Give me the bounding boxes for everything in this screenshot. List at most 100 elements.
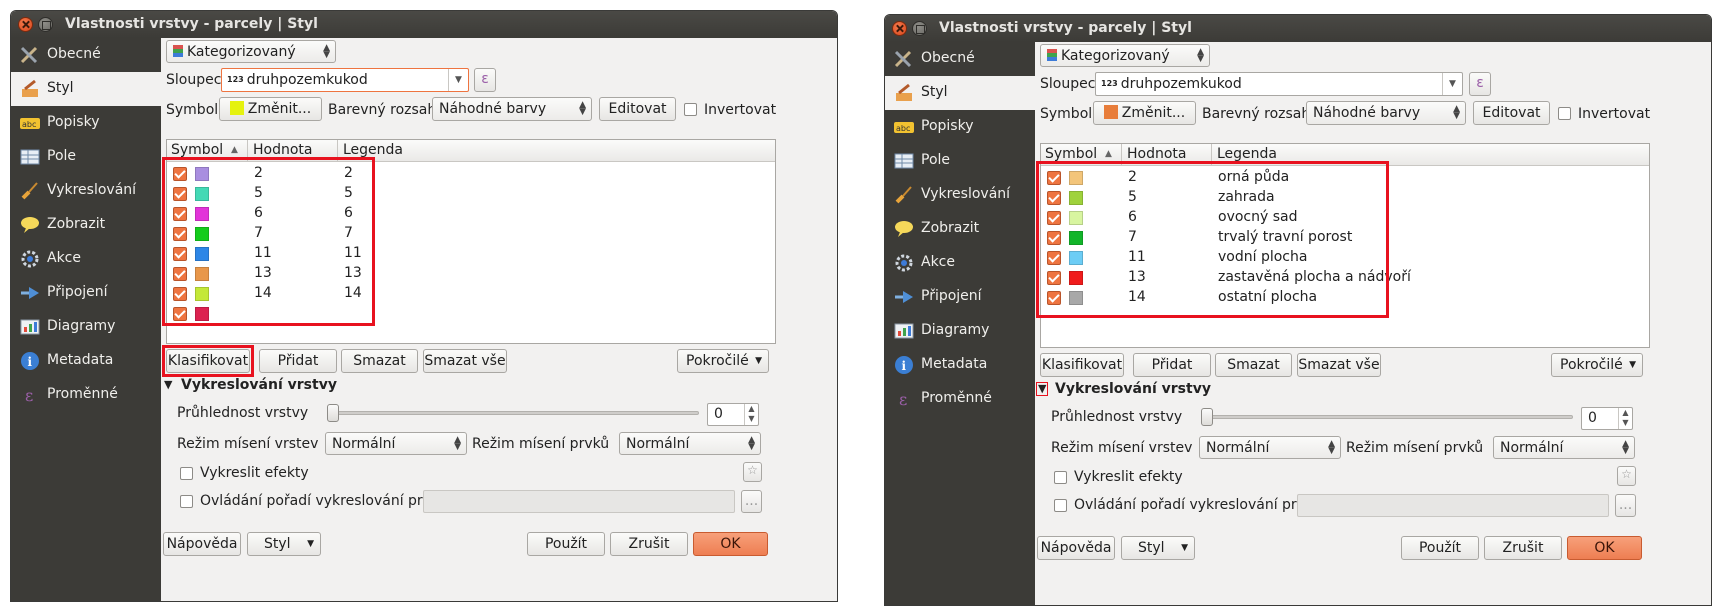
col-symbol[interactable]: Symbol — [171, 142, 223, 158]
color-ramp-select[interactable]: Náhodné barvy ▲ ▼ — [1306, 101, 1466, 125]
delete-button[interactable]: Smazat — [341, 349, 418, 373]
sidebar-item-styl[interactable]: Styl — [11, 72, 161, 106]
draw-effects-checkbox[interactable] — [1054, 471, 1067, 484]
close-icon[interactable] — [892, 21, 907, 36]
col-symbol[interactable]: Symbol — [1045, 146, 1097, 162]
blend-layer-select[interactable]: Normální ▲ ▼ — [1199, 436, 1341, 459]
sidebar-item-diagramy[interactable]: Diagramy — [885, 314, 1035, 348]
sidebar-item-promenne[interactable]: ε Proměnné — [885, 382, 1035, 416]
sidebar-item-metadata[interactable]: i Metadata — [885, 348, 1035, 382]
col-value[interactable]: Hodnota — [1127, 146, 1187, 162]
col-value[interactable]: Hodnota — [253, 142, 313, 158]
close-icon[interactable] — [18, 17, 33, 32]
delete-button[interactable]: Smazat — [1215, 353, 1292, 377]
blend-feature-label: Režim mísení prvků — [472, 436, 610, 452]
expression-button[interactable]: ε — [474, 68, 496, 92]
sidebar-item-metadata[interactable]: i Metadata — [11, 344, 161, 378]
window-title: Vlastnosti vrstvy - parcely | Styl — [65, 16, 318, 32]
collapse-arrow-icon[interactable]: ▼ — [1036, 382, 1049, 396]
cancel-button[interactable]: Zrušit — [610, 532, 688, 556]
invert-checkbox[interactable] — [684, 103, 697, 116]
sidebar-item-obecne[interactable]: Obecné — [11, 38, 161, 72]
effects-star-icon[interactable]: ☆ — [743, 462, 762, 482]
style-menu-button[interactable]: Styl ▼ — [247, 532, 321, 556]
join-icon — [895, 291, 913, 303]
blend-feature-select[interactable]: Normální ▲ ▼ — [619, 432, 761, 455]
style-panel: Kategorizovaný ▲ ▼ Sloupec 123 druhpozemku… — [161, 38, 837, 601]
brush-icon — [21, 182, 38, 200]
cancel-button[interactable]: Zrušit — [1484, 536, 1562, 560]
chevron-down-icon: ▼ — [307, 539, 314, 549]
invert-checkbox[interactable] — [1558, 107, 1571, 120]
slider-handle[interactable] — [1201, 408, 1213, 426]
advanced-button[interactable]: Pokročilé ▼ — [677, 349, 769, 373]
sidebar-item-promenne[interactable]: ε Proměnné — [11, 378, 161, 412]
renderer-select[interactable]: Kategorizovaný ▲ ▼ — [166, 40, 336, 63]
order-by-button[interactable]: ... — [741, 490, 762, 513]
ok-button[interactable]: OK — [693, 532, 768, 556]
sidebar-item-popisky[interactable]: abc Popisky — [885, 110, 1035, 144]
sidebar-item-popisky[interactable]: abc Popisky — [11, 106, 161, 140]
sidebar-item-obecne[interactable]: Obecné — [885, 42, 1035, 76]
chevron-down-icon[interactable]: ▼ — [1442, 73, 1462, 95]
spin-arrows-icon[interactable]: ▲ ▼ — [1618, 408, 1632, 429]
section-title[interactable]: Vykreslování vrstvy — [181, 377, 337, 393]
apply-button[interactable]: Použít — [527, 532, 605, 556]
sidebar-item-diagramy[interactable]: Diagramy — [11, 310, 161, 344]
order-by-checkbox[interactable] — [1054, 499, 1067, 512]
sidebar-item-pripojeni[interactable]: Připojení — [11, 276, 161, 310]
effects-star-icon[interactable]: ☆ — [1617, 466, 1636, 486]
sidebar-item-vykreslovani[interactable]: Vykreslování — [11, 174, 161, 208]
edit-ramp-button[interactable]: Editovat — [599, 97, 676, 121]
draw-effects-checkbox[interactable] — [180, 467, 193, 480]
maximize-icon[interactable] — [912, 21, 927, 36]
delete-all-button[interactable]: Smazat vše — [1297, 353, 1381, 377]
sidebar-item-pole[interactable]: Pole — [885, 144, 1035, 178]
column-field[interactable]: 123 druhpozemkukod ▼ — [1095, 72, 1463, 96]
col-legend[interactable]: Legenda — [343, 142, 403, 158]
delete-all-button[interactable]: Smazat vše — [423, 349, 507, 373]
blend-layer-select[interactable]: Normální ▲ ▼ — [325, 432, 467, 455]
slider-handle[interactable] — [327, 404, 339, 422]
help-button[interactable]: Nápověda — [163, 532, 241, 556]
spin-arrows-icon[interactable]: ▲ ▼ — [744, 404, 758, 425]
order-by-checkbox[interactable] — [180, 495, 193, 508]
add-button[interactable]: Přidat — [259, 349, 337, 373]
column-field[interactable]: 123 druhpozemkukod ▼ — [221, 68, 469, 92]
renderer-select[interactable]: Kategorizovaný ▲ ▼ — [1040, 44, 1210, 67]
order-by-button[interactable]: ... — [1615, 494, 1636, 517]
transparency-slider[interactable] — [1203, 415, 1573, 419]
ok-button[interactable]: OK — [1567, 536, 1642, 560]
chevron-updown-icon: ▲ ▼ — [1622, 439, 1629, 456]
chevron-down-icon[interactable]: ▼ — [448, 69, 468, 91]
style-menu-button[interactable]: Styl ▼ — [1121, 536, 1195, 560]
sidebar-item-vykreslovani[interactable]: Vykreslování — [885, 178, 1035, 212]
blend-feature-select[interactable]: Normální ▲ ▼ — [1493, 436, 1635, 459]
change-symbol-button[interactable]: Změnit... — [1093, 101, 1196, 125]
add-button[interactable]: Přidat — [1133, 353, 1211, 377]
help-button[interactable]: Nápověda — [1037, 536, 1115, 560]
integer-field-icon: 123 — [227, 75, 244, 84]
maximize-icon[interactable] — [38, 17, 53, 32]
change-symbol-button[interactable]: Změnit... — [219, 97, 322, 121]
collapse-arrow-icon[interactable]: ▼ — [164, 378, 172, 391]
color-ramp-select[interactable]: Náhodné barvy ▲ ▼ — [432, 97, 592, 121]
sidebar-item-pripojeni[interactable]: Připojení — [885, 280, 1035, 314]
sidebar-item-akce[interactable]: Akce — [885, 246, 1035, 280]
col-legend[interactable]: Legenda — [1217, 146, 1277, 162]
sidebar-item-zobrazit[interactable]: Zobrazit — [885, 212, 1035, 246]
transparency-spinbox[interactable]: 0 ▲ ▼ — [1581, 407, 1633, 430]
sidebar-item-pole[interactable]: Pole — [11, 140, 161, 174]
advanced-button[interactable]: Pokročilé ▼ — [1551, 353, 1643, 377]
edit-ramp-button[interactable]: Editovat — [1473, 101, 1550, 125]
sidebar-item-zobrazit[interactable]: Zobrazit — [11, 208, 161, 242]
apply-button[interactable]: Použít — [1401, 536, 1479, 560]
symbol-swatch — [229, 101, 244, 115]
transparency-spinbox[interactable]: 0 ▲ ▼ — [707, 403, 759, 426]
sidebar-item-akce[interactable]: Akce — [11, 242, 161, 276]
classify-button[interactable]: Klasifikovat — [1040, 353, 1124, 377]
section-title[interactable]: Vykreslování vrstvy — [1055, 381, 1211, 397]
expression-button[interactable]: ε — [1469, 72, 1491, 96]
transparency-slider[interactable] — [329, 411, 699, 415]
sidebar-item-styl[interactable]: Styl — [885, 76, 1035, 110]
